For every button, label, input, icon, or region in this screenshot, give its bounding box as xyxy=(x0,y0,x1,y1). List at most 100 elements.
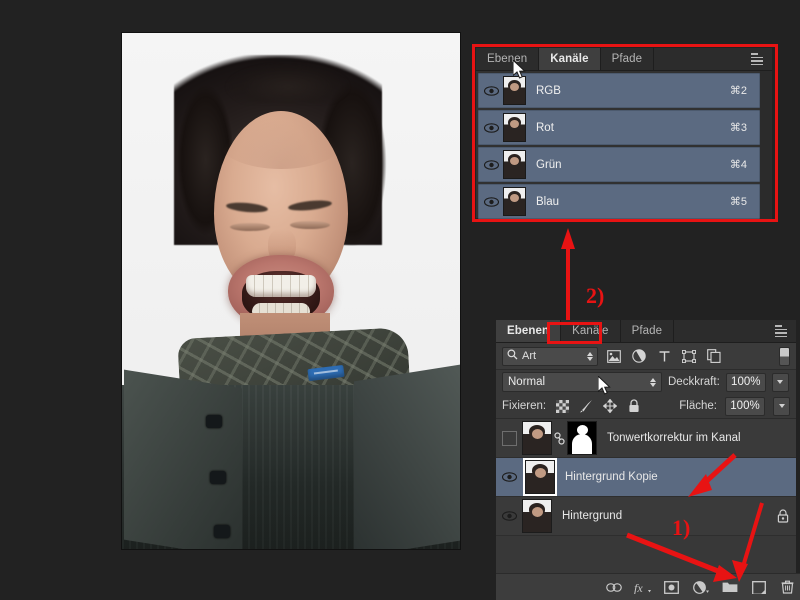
layer-name: Tonwertkorrektur im Kanal xyxy=(607,432,741,444)
image-filter-icon[interactable] xyxy=(605,347,623,365)
eye-icon[interactable] xyxy=(479,159,503,170)
delete-layer-icon[interactable] xyxy=(779,579,796,596)
search-icon xyxy=(507,349,518,363)
channels-scrollbar[interactable] xyxy=(760,71,772,219)
mouse-cursor-blend-mode xyxy=(598,376,611,395)
photo-coat-left xyxy=(124,369,242,549)
layer-row-hintergrund[interactable]: Hintergrund xyxy=(496,497,796,536)
layer-mask-thumbnail[interactable] xyxy=(567,421,597,455)
tab-ebenen-layers-panel[interactable]: Ebenen xyxy=(496,320,562,342)
opacity-dropdown-arrow-icon[interactable] xyxy=(771,372,789,392)
channels-list: RGB ⌘2 Rot ⌘3 Grün ⌘4 Blau ⌘5 xyxy=(476,71,772,219)
layers-panel: Ebenen Kanäle Pfade Art Normal Deckkraft… xyxy=(496,320,800,600)
chevron-updown-icon[interactable] xyxy=(650,377,656,387)
lock-row: Fixieren: Fläche: 100% xyxy=(496,394,796,419)
layer-locked-icon xyxy=(770,509,796,523)
eye-off-icon xyxy=(501,430,517,446)
blend-mode-row: Normal Deckkraft: 100% xyxy=(496,370,796,394)
layer-style-fx-icon[interactable]: fx xyxy=(634,579,651,596)
lock-position-icon[interactable] xyxy=(602,398,618,414)
tab-kanaele-layers-panel[interactable]: Kanäle xyxy=(561,320,621,342)
tab-ebenen-channels-panel[interactable]: Ebenen xyxy=(476,48,540,70)
fill-input[interactable]: 100% xyxy=(725,396,765,416)
add-layer-mask-icon[interactable] xyxy=(663,579,680,596)
opacity-input[interactable]: 100% xyxy=(725,372,766,392)
lock-image-pixels-icon[interactable] xyxy=(578,398,594,414)
lock-all-icon[interactable] xyxy=(626,398,642,414)
adjustment-filter-icon[interactable] xyxy=(630,347,648,365)
layer-visibility-toggle[interactable] xyxy=(496,472,522,482)
photo-coat-button-1 xyxy=(206,415,222,428)
filter-kind-select[interactable]: Art xyxy=(502,346,598,366)
photo-coat-button-2 xyxy=(210,471,226,484)
layer-visibility-toggle[interactable] xyxy=(496,511,522,521)
fill-dropdown-arrow-icon[interactable] xyxy=(773,396,790,416)
tab-label: Pfade xyxy=(631,325,663,337)
text-filter-icon[interactable] xyxy=(655,347,673,365)
screenshot-root: Ebenen Kanäle Pfade RGB ⌘2 Rot ⌘3 Grün ⌘… xyxy=(0,0,800,600)
fill-label: Fläche: xyxy=(679,400,717,412)
new-adjustment-layer-icon[interactable] xyxy=(692,579,709,596)
layers-panel-tabbar: Ebenen Kanäle Pfade xyxy=(496,320,796,343)
photo-eye-left xyxy=(230,223,270,231)
layer-list: Tonwertkorrektur im Kanal Hintergrund Ko… xyxy=(496,419,796,536)
filter-toggle-switch[interactable] xyxy=(779,346,790,366)
layers-bottom-toolbar: fx xyxy=(496,573,800,600)
channel-name: Rot xyxy=(536,121,554,134)
channel-thumbnail xyxy=(503,150,526,179)
chevron-updown-icon[interactable] xyxy=(587,351,593,361)
channel-row-rot[interactable]: Rot ⌘3 xyxy=(478,110,760,145)
new-layer-icon[interactable] xyxy=(750,579,767,596)
blend-mode-select[interactable]: Normal xyxy=(502,372,662,392)
shape-filter-icon[interactable] xyxy=(680,347,698,365)
channel-name: Grün xyxy=(536,158,562,171)
layer-name: Hintergrund Kopie xyxy=(565,471,658,483)
channel-shortcut: ⌘4 xyxy=(729,159,747,171)
eye-icon[interactable] xyxy=(479,122,503,133)
tab-kanaele-channels-panel[interactable]: Kanäle xyxy=(539,48,601,70)
link-layers-icon[interactable] xyxy=(605,579,622,596)
layer-thumbnail xyxy=(522,499,552,533)
channel-name: Blau xyxy=(536,195,560,208)
photo-coat-right xyxy=(354,364,460,549)
photo-eye-right xyxy=(290,221,330,229)
panel-menu-icon[interactable] xyxy=(775,325,791,337)
channel-row-blau[interactable]: Blau ⌘5 xyxy=(478,184,760,219)
annotation-label-step-1: 1) xyxy=(672,515,691,540)
tab-pfade-channels-panel[interactable]: Pfade xyxy=(600,48,655,70)
tab-label: Kanäle xyxy=(572,325,609,337)
layer-row-hintergrund-kopie[interactable]: Hintergrund Kopie xyxy=(496,458,796,497)
layer-thumbnail xyxy=(522,421,552,455)
lock-transparency-icon[interactable] xyxy=(554,398,570,414)
photo-hair-wisps xyxy=(208,49,368,103)
layer-row-tonwertkorrektur[interactable]: Tonwertkorrektur im Kanal xyxy=(496,419,796,458)
smart-object-filter-icon[interactable] xyxy=(705,347,723,365)
panel-menu-icon[interactable] xyxy=(751,53,767,65)
tab-pfade-layers-panel[interactable]: Pfade xyxy=(620,320,675,342)
channel-shortcut: ⌘3 xyxy=(729,122,747,134)
channel-thumbnail xyxy=(503,187,526,216)
link-icon[interactable] xyxy=(552,431,567,445)
channel-shortcut: ⌘2 xyxy=(729,85,747,97)
opacity-label: Deckkraft: xyxy=(668,376,720,388)
new-group-icon[interactable] xyxy=(721,579,738,596)
annotation-label-step-2: 2) xyxy=(586,283,605,308)
mouse-cursor-channels xyxy=(513,60,526,79)
lock-label: Fixieren: xyxy=(502,400,547,412)
channel-row-gruen[interactable]: Grün ⌘4 xyxy=(478,147,760,182)
portrait-photo xyxy=(122,33,460,549)
layer-visibility-toggle[interactable] xyxy=(496,430,522,446)
channel-shortcut: ⌘5 xyxy=(729,196,747,208)
channel-name: RGB xyxy=(536,84,561,97)
channel-thumbnail xyxy=(503,76,526,105)
layer-filter-row: Art xyxy=(496,343,796,370)
blend-mode-value: Normal xyxy=(508,376,546,388)
tab-label: Pfade xyxy=(611,53,643,65)
tab-label: Ebenen xyxy=(507,325,550,337)
eye-icon[interactable] xyxy=(479,196,503,207)
layer-name: Hintergrund xyxy=(562,510,623,522)
tab-label: Kanäle xyxy=(550,53,589,65)
layer-thumbnail xyxy=(523,458,557,496)
eye-icon[interactable] xyxy=(479,85,503,96)
photo-coat-button-3 xyxy=(214,525,230,538)
